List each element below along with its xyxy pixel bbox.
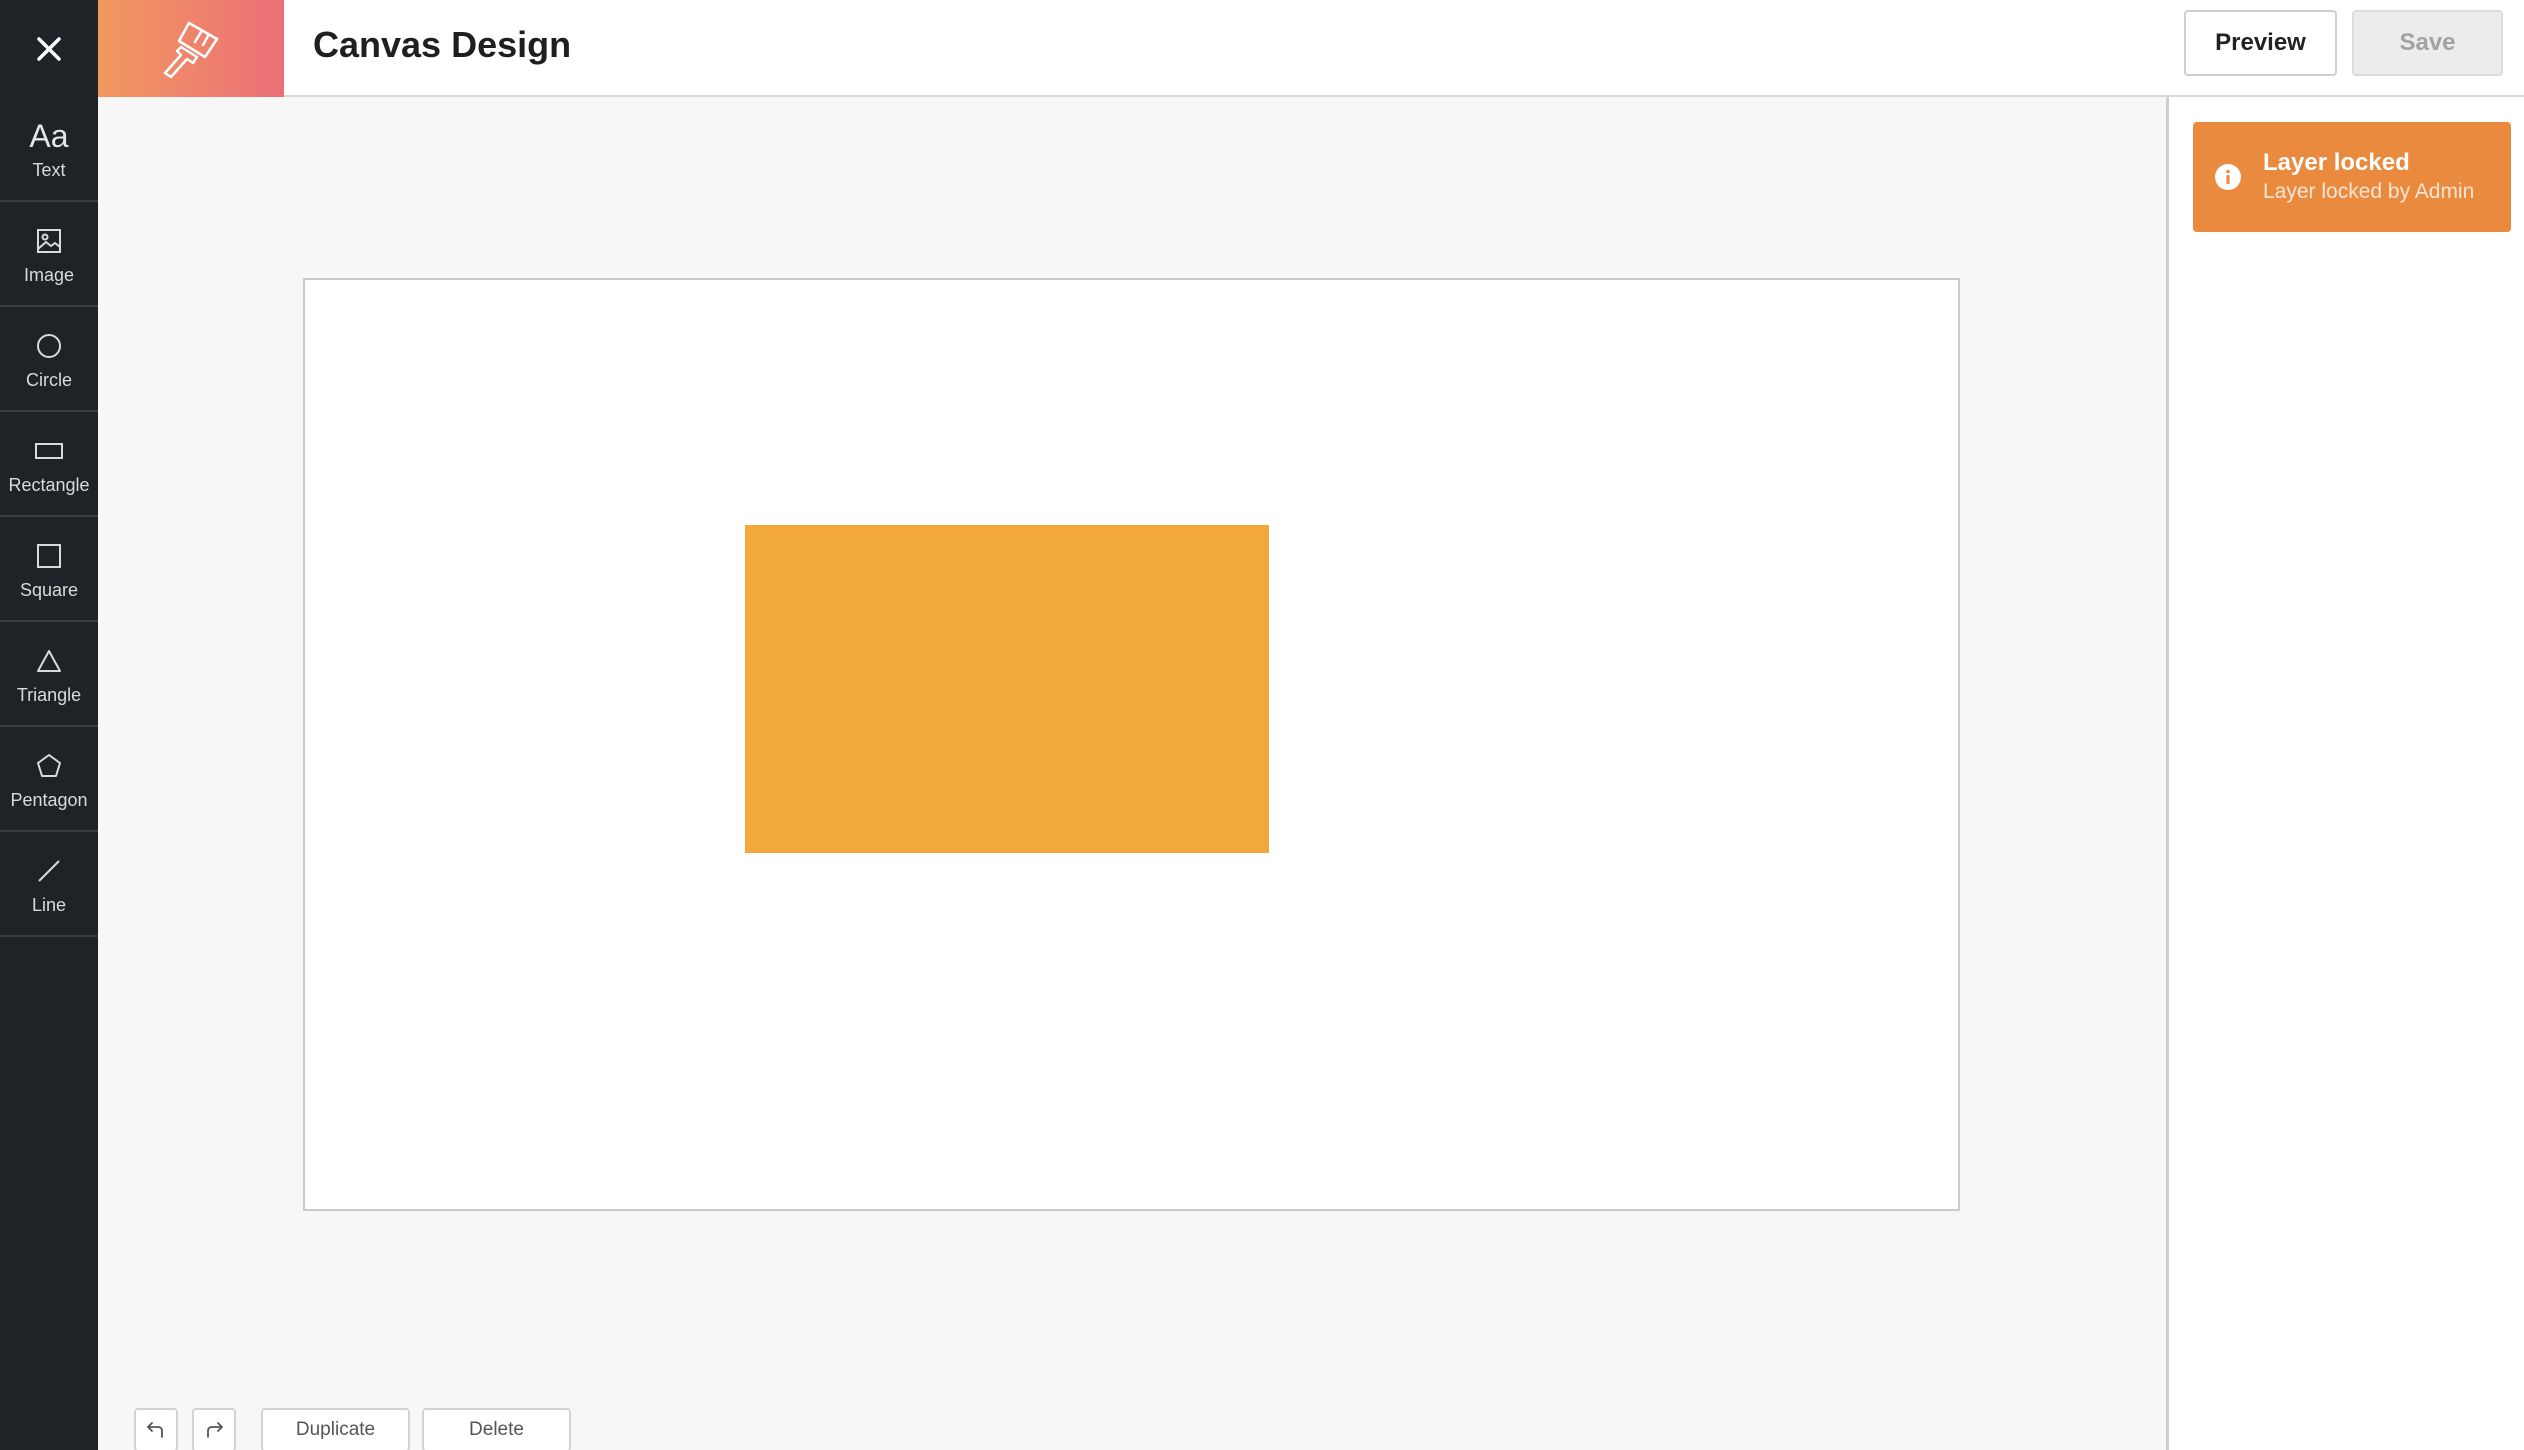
paintbrush-icon bbox=[163, 21, 219, 78]
info-icon bbox=[2215, 164, 2241, 190]
tool-rectangle[interactable]: Rectangle bbox=[0, 412, 98, 517]
undo-button[interactable] bbox=[134, 1408, 178, 1450]
notification-title: Layer locked bbox=[2263, 149, 2410, 176]
shape-toolbar: Aa Text Image Circle Rectangle Square Tr… bbox=[0, 97, 98, 1450]
redo-icon bbox=[207, 1422, 223, 1438]
close-button[interactable] bbox=[0, 0, 98, 97]
rectangle-icon bbox=[34, 431, 64, 471]
design-canvas[interactable] bbox=[303, 278, 1960, 1211]
tool-label: Line bbox=[31, 895, 67, 915]
canvas-rectangle-shape[interactable] bbox=[745, 525, 1269, 853]
workspace: Duplicate Delete bbox=[98, 97, 2166, 1450]
triangle-icon bbox=[35, 641, 63, 681]
square-icon bbox=[35, 536, 63, 576]
image-icon bbox=[35, 221, 63, 261]
tool-label: Image bbox=[23, 265, 75, 285]
undo-icon bbox=[147, 1422, 163, 1438]
line-icon bbox=[35, 851, 63, 891]
notification-message: Layer locked by Admin bbox=[2263, 180, 2475, 203]
page-title: Canvas Design bbox=[313, 24, 572, 65]
save-button[interactable]: Save bbox=[2352, 10, 2503, 76]
pentagon-icon bbox=[35, 746, 63, 786]
tool-label: Text bbox=[32, 160, 66, 180]
app-logo bbox=[98, 0, 284, 97]
preview-button[interactable]: Preview bbox=[2184, 10, 2337, 76]
layer-locked-notification: Layer locked Layer locked by Admin bbox=[2193, 122, 2511, 232]
tool-circle[interactable]: Circle bbox=[0, 307, 98, 412]
notification-text: Layer locked Layer locked by Admin bbox=[2263, 148, 2474, 206]
tool-square[interactable]: Square bbox=[0, 517, 98, 622]
tool-text[interactable]: Aa Text bbox=[0, 97, 98, 202]
close-icon bbox=[37, 36, 61, 61]
tool-label: Circle bbox=[25, 370, 72, 390]
circle-icon bbox=[35, 326, 63, 366]
properties-panel: Layer locked Layer locked by Admin bbox=[2166, 97, 2524, 1450]
duplicate-button[interactable]: Duplicate bbox=[261, 1408, 410, 1450]
tool-label: Triangle bbox=[16, 685, 82, 705]
tool-label: Pentagon bbox=[10, 790, 88, 810]
tool-image[interactable]: Image bbox=[0, 202, 98, 307]
tool-label: Rectangle bbox=[8, 475, 90, 495]
tool-label: Square bbox=[19, 580, 79, 600]
redo-button[interactable] bbox=[192, 1408, 236, 1450]
tool-pentagon[interactable]: Pentagon bbox=[0, 727, 98, 832]
tool-triangle[interactable]: Triangle bbox=[0, 622, 98, 727]
tool-line[interactable]: Line bbox=[0, 832, 98, 937]
text-aa-icon: Aa bbox=[29, 118, 69, 154]
delete-button[interactable]: Delete bbox=[422, 1408, 571, 1450]
app-header: Canvas Design Preview Save bbox=[0, 0, 2524, 97]
